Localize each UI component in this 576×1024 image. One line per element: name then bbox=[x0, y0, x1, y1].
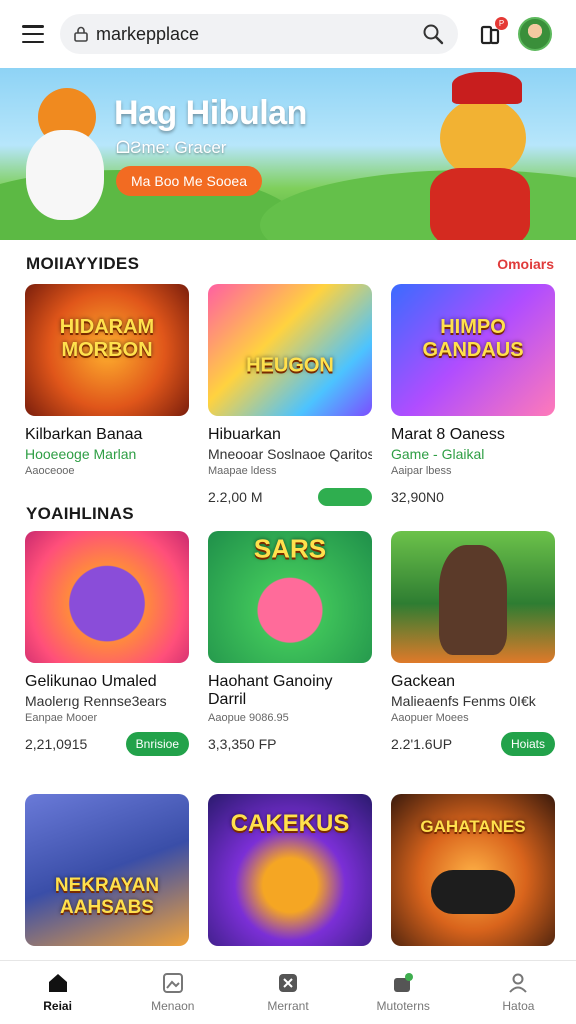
nav-item-merchant[interactable]: Merrant bbox=[230, 961, 345, 1024]
game-thumbnail: CAKEKUS bbox=[208, 794, 372, 946]
game-thumbnail: HIDARAM MORBON bbox=[25, 284, 189, 416]
game-subtitle: Maolerıg Rennse3ears bbox=[25, 693, 167, 709]
notification-badge: P bbox=[495, 17, 508, 30]
nav-label: Merrant bbox=[267, 999, 309, 1013]
game-card[interactable]: HIDARAM MORBON Kilbarkan Banaa Hooeeoge … bbox=[25, 284, 189, 477]
game-price: 2,21,0915 bbox=[25, 736, 88, 752]
section-title: MOIIAYYIDES bbox=[26, 254, 140, 273]
game-thumbnail bbox=[25, 531, 189, 663]
game-thumbnail: GAHATANES bbox=[391, 794, 555, 946]
mascot-right bbox=[440, 98, 526, 178]
game-thumbnail bbox=[391, 531, 555, 663]
image-icon bbox=[162, 973, 183, 993]
thumbnail-title: SARS bbox=[253, 533, 327, 564]
banner-cta-button[interactable]: Ma Boo Me Sooea bbox=[116, 166, 262, 196]
thumbnail-title: CAKEKUS bbox=[230, 810, 350, 838]
promo-banner[interactable]: Hag Hibulan ᗝƧme: Gracer Ma Boo Me Sooea bbox=[0, 68, 576, 240]
game-meta: Aaoceooe bbox=[25, 465, 75, 477]
game-card[interactable]: NEKRAYAN AAHSABS bbox=[25, 794, 189, 946]
thumbnail-title: HIDARAM MORBON bbox=[59, 316, 155, 362]
game-meta: Aaipar lbess bbox=[391, 465, 452, 477]
game-meta: Aaopuer Moees bbox=[391, 712, 469, 724]
game-card[interactable]: Gelikunao Umaled Maolerıg Rennse3ears Ea… bbox=[25, 531, 189, 756]
game-card[interactable]: CAKEKUS bbox=[208, 794, 372, 946]
nav-label: Mutoterns bbox=[376, 999, 430, 1013]
notification-button[interactable]: P bbox=[478, 17, 508, 47]
banner-subtitle: ᗝƧme: Gracer bbox=[116, 138, 227, 157]
game-title: Gelikunao Umaled bbox=[25, 673, 157, 690]
game-subtitle: Hooeeoge Marlan bbox=[25, 446, 137, 462]
thumbnail-title: GAHATANES bbox=[420, 817, 526, 837]
banner-title: Hag Hibulan bbox=[114, 94, 307, 132]
game-card[interactable]: SARS Haohant Ganoiny Darril Aaopue 9086.… bbox=[208, 531, 372, 756]
game-title: Marat 8 Oaness bbox=[391, 426, 505, 443]
game-card[interactable]: Gackean Malieaenfs Fenms 0I€k Aaopuer Mo… bbox=[391, 531, 555, 756]
menu-icon[interactable] bbox=[22, 25, 44, 43]
top-bar: markepplace P bbox=[0, 0, 576, 68]
mascot-left-white bbox=[26, 130, 104, 220]
nav-label: Hatoa bbox=[502, 999, 535, 1013]
game-price: 3,3,350 FP bbox=[208, 736, 277, 752]
game-card[interactable]: HEUGON Hibuarkan Mneooar Soslnaoe Qarito… bbox=[208, 284, 372, 509]
get-button[interactable]: Hoiats bbox=[500, 732, 555, 756]
game-price: 32,90N0 bbox=[391, 489, 444, 505]
nav-item-menu[interactable]: Menaon bbox=[115, 961, 230, 1024]
game-subtitle: Mneooar Soslnaoe Qaritos bbox=[208, 446, 372, 462]
game-title: Gackean bbox=[391, 673, 456, 690]
home-icon bbox=[48, 974, 67, 992]
nav-item-profile[interactable]: Hatoa bbox=[461, 961, 576, 1024]
avatar[interactable] bbox=[518, 17, 552, 51]
nav-label: Menaon bbox=[151, 999, 195, 1013]
section-title: YOAIHLINAS bbox=[26, 504, 134, 523]
game-price: 2.2,00 M bbox=[208, 489, 263, 505]
game-thumbnail: HIMPO GANDAUS bbox=[391, 284, 555, 416]
mascot-right-hat bbox=[452, 72, 522, 104]
price-row: 2,21,0915 Bnrisioe bbox=[25, 732, 189, 756]
game-meta: Maapae ldess bbox=[208, 465, 277, 477]
game-thumbnail: SARS bbox=[208, 531, 372, 663]
thumbnail-title: HIMPO GANDAUS bbox=[422, 316, 524, 362]
nav-item-home[interactable]: Reiai bbox=[0, 961, 115, 1024]
user-icon bbox=[509, 973, 528, 993]
game-price: 2.2'1.6UP bbox=[391, 736, 453, 752]
game-thumbnail: HEUGON bbox=[208, 284, 372, 416]
nav-label: Reiai bbox=[43, 999, 72, 1013]
thumbnail-title: NEKRAYAN AAHSABS bbox=[54, 875, 160, 919]
game-title: Haohant Ganoiny Darril bbox=[208, 673, 333, 708]
game-title: Hibuarkan bbox=[208, 426, 281, 443]
price-row: 32,90N0 bbox=[391, 485, 555, 509]
game-subtitle: Malieaenfs Fenms 0I€k bbox=[391, 693, 536, 709]
game-meta: Aaopue 9086.95 bbox=[208, 712, 289, 724]
price-row: 2.2'1.6UP Hoiats bbox=[391, 732, 555, 756]
game-title: Kilbarkan Banaa bbox=[25, 426, 143, 443]
bottom-nav: Reiai Menaon Merrant Mutoterns Hatoa bbox=[0, 960, 576, 1024]
price-row: 3,3,350 FP bbox=[208, 732, 372, 756]
nav-item-notifications[interactable]: Mutoterns bbox=[346, 961, 461, 1024]
game-thumbnail: NEKRAYAN AAHSABS bbox=[25, 794, 189, 946]
cart-icon bbox=[394, 973, 414, 992]
search-input[interactable]: markepplace bbox=[96, 24, 422, 45]
search-bar[interactable]: markepplace bbox=[60, 14, 458, 54]
thumbnail-title: HEUGON bbox=[246, 354, 334, 377]
get-button[interactable] bbox=[318, 488, 372, 506]
get-button[interactable]: Bnrisioe bbox=[125, 732, 189, 756]
game-meta: Eanpae Mooer bbox=[25, 712, 98, 724]
mascot-right-body bbox=[430, 168, 530, 240]
store-icon bbox=[279, 974, 297, 992]
price-row: 2.2,00 M bbox=[208, 485, 372, 509]
search-icon[interactable] bbox=[422, 23, 444, 45]
lock-icon bbox=[74, 26, 88, 42]
game-card[interactable]: HIMPO GANDAUS Marat 8 Oaness Game - Glai… bbox=[391, 284, 555, 509]
character-figure bbox=[439, 545, 507, 655]
see-all-link[interactable]: Omoiars bbox=[497, 256, 554, 272]
game-card[interactable]: GAHATANES bbox=[391, 794, 555, 946]
game-subtitle: Game - Glaikal bbox=[391, 446, 485, 462]
gamepad-icon bbox=[431, 870, 515, 914]
